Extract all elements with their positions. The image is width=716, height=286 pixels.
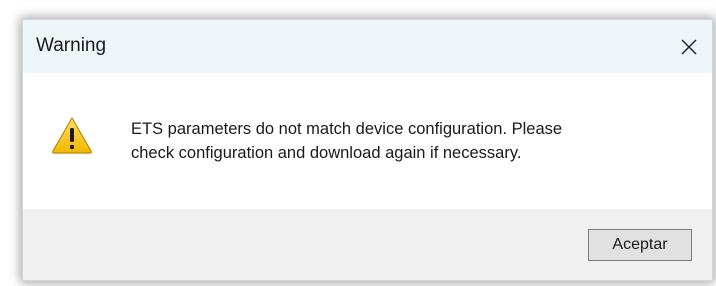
close-icon: [681, 39, 697, 54]
title-bar: Warning: [23, 20, 712, 73]
warning-message: ETS parameters do not match device confi…: [131, 117, 691, 165]
warning-triangle-icon: [52, 117, 92, 154]
accept-button[interactable]: Aceptar: [588, 229, 692, 261]
warning-dialog: Warning ETS parameters do not match devi…: [22, 19, 713, 281]
button-bar: Aceptar: [23, 209, 712, 280]
close-button[interactable]: [666, 20, 712, 73]
dialog-title: Warning: [36, 35, 107, 56]
dialog-content: ETS parameters do not match device confi…: [23, 73, 712, 209]
message-line-2: check configuration and download again i…: [131, 144, 522, 162]
message-line-1: ETS parameters do not match device confi…: [131, 120, 563, 138]
